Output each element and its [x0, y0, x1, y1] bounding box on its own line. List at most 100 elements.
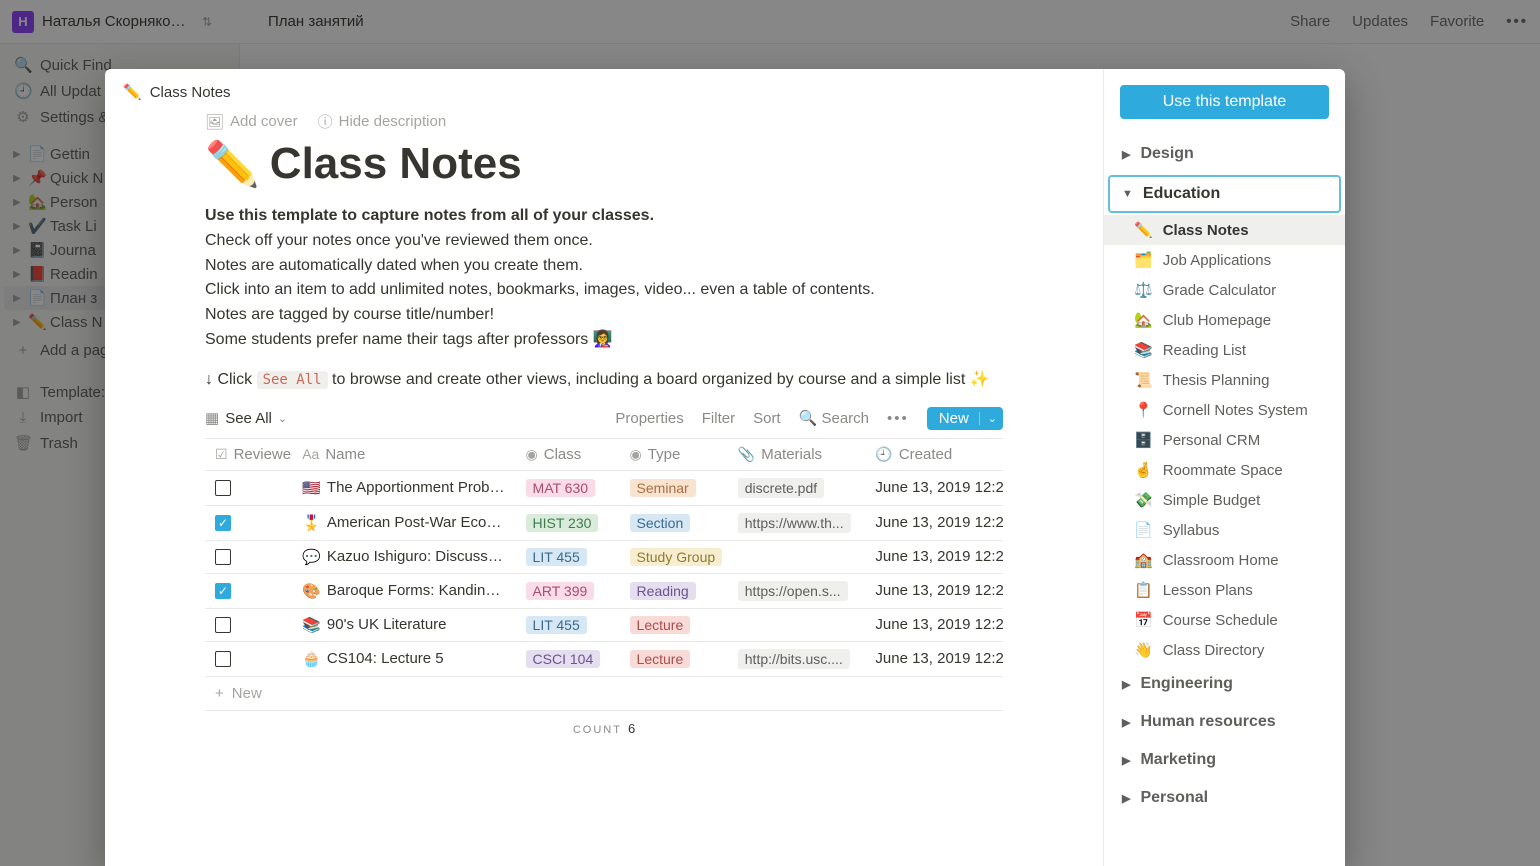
new-button[interactable]: New ⌄ — [927, 407, 1003, 430]
type-tag[interactable]: Seminar — [630, 479, 696, 497]
row-emoji: 💬 — [302, 548, 321, 566]
add-cover-button[interactable]: 🖼Add cover — [205, 111, 298, 132]
template-item[interactable]: 📋Lesson Plans — [1104, 575, 1345, 605]
table-row[interactable]: 📚90's UK Literature LIT 455 Lecture June… — [205, 609, 1003, 642]
template-item[interactable]: 🗄️Personal CRM — [1104, 425, 1345, 455]
table-row[interactable]: ✓ 🎨 Baroque Forms: Kandinsky ART 399 Read… — [205, 574, 1003, 609]
category-marketing[interactable]: ▶Marketing — [1104, 741, 1345, 779]
checkbox-checked[interactable]: ✓ — [215, 515, 231, 531]
chevron-down-icon[interactable]: ⌄ — [979, 412, 997, 425]
db-more-icon[interactable]: ••• — [887, 410, 909, 427]
view-selector[interactable]: ▦ See All ⌄ — [205, 409, 287, 427]
properties-button[interactable]: Properties — [615, 410, 683, 427]
row-name[interactable]: American Post-War Economics — [327, 514, 506, 531]
select-icon: ◉ — [630, 446, 642, 463]
row-emoji: 🎖️ — [302, 514, 321, 532]
col-name[interactable]: Name — [325, 446, 365, 463]
template-item[interactable]: 🤞Roommate Space — [1104, 455, 1345, 485]
template-label: Classroom Home — [1163, 552, 1279, 569]
material-link[interactable]: https://open.s... — [738, 581, 848, 601]
row-emoji: 🎨 — [302, 582, 321, 600]
type-tag[interactable]: Lecture — [630, 616, 691, 634]
row-name[interactable]: Baroque Forms: Kandinsky — [327, 582, 506, 599]
template-item[interactable]: 📄Syllabus — [1104, 515, 1345, 545]
class-tag[interactable]: LIT 455 — [526, 616, 587, 634]
sort-button[interactable]: Sort — [753, 410, 781, 427]
modal-breadcrumb[interactable]: ✏️ Class Notes — [105, 69, 1103, 111]
row-name[interactable]: Kazuo Ishiguro: Discussion — [327, 548, 506, 565]
triangle-right-icon: ▶ — [1122, 792, 1130, 805]
checkbox-checked[interactable]: ✓ — [215, 583, 231, 599]
template-label: Class Directory — [1163, 642, 1265, 659]
template-emoji: 📄 — [1134, 521, 1153, 539]
row-name[interactable]: 90's UK Literature — [327, 616, 447, 633]
template-item[interactable]: 🏫Classroom Home — [1104, 545, 1345, 575]
template-item[interactable]: 👋Class Directory — [1104, 635, 1345, 665]
info-icon: ⓘ — [318, 111, 333, 132]
class-tag[interactable]: ART 399 — [526, 582, 595, 600]
material-link[interactable]: discrete.pdf — [738, 478, 824, 498]
col-created[interactable]: Created — [899, 446, 952, 463]
table-row[interactable]: 🇺🇸The Apportionment Problem MAT 630 Semi… — [205, 471, 1003, 506]
type-tag[interactable]: Lecture — [630, 650, 691, 668]
class-tag[interactable]: LIT 455 — [526, 548, 587, 566]
page-emoji[interactable]: ✏️ — [205, 138, 260, 190]
row-emoji: 📚 — [302, 616, 321, 634]
col-materials[interactable]: Materials — [761, 446, 822, 463]
table-row[interactable]: ✓ 🎖️ American Post-War Economics HIST 230… — [205, 506, 1003, 541]
template-item[interactable]: 📅Course Schedule — [1104, 605, 1345, 635]
col-type[interactable]: Type — [648, 446, 681, 463]
class-tag[interactable]: HIST 230 — [526, 514, 599, 532]
filter-button[interactable]: Filter — [702, 410, 735, 427]
attachment-icon: 📎 — [738, 446, 755, 463]
modal-crumb-label: Class Notes — [150, 84, 231, 101]
template-item[interactable]: 📜Thesis Planning — [1104, 365, 1345, 395]
triangle-right-icon: ▶ — [1122, 678, 1130, 691]
category-personal[interactable]: ▶Personal — [1104, 779, 1345, 817]
template-item[interactable]: 🗂️Job Applications — [1104, 245, 1345, 275]
category-engineering[interactable]: ▶Engineering — [1104, 665, 1345, 703]
new-row-button[interactable]: + New — [205, 677, 1003, 711]
checkbox[interactable] — [215, 480, 231, 496]
material-link[interactable]: https://www.th... — [738, 513, 851, 533]
checkbox[interactable] — [215, 617, 231, 633]
col-class[interactable]: Class — [544, 446, 582, 463]
template-emoji: 💸 — [1134, 491, 1153, 509]
category-education[interactable]: ▼ Education — [1108, 175, 1341, 213]
clock-icon: 🕘 — [875, 446, 892, 463]
template-item[interactable]: 📍Cornell Notes System — [1104, 395, 1345, 425]
type-tag[interactable]: Study Group — [630, 548, 723, 566]
triangle-right-icon: ▶ — [1122, 754, 1130, 767]
col-reviewed[interactable]: Reviewed — [234, 446, 293, 463]
search-button[interactable]: 🔍 Search — [799, 409, 869, 427]
class-tag[interactable]: CSCI 104 — [526, 650, 601, 668]
checkbox[interactable] — [215, 549, 231, 565]
table-row[interactable]: 🧁CS104: Lecture 5 CSCI 104 Lecture http:… — [205, 642, 1003, 677]
view-label: See All — [225, 410, 272, 427]
template-item[interactable]: ⚖️Grade Calculator — [1104, 275, 1345, 305]
template-item[interactable]: 📚Reading List — [1104, 335, 1345, 365]
row-name[interactable]: CS104: Lecture 5 — [327, 650, 444, 667]
page-description[interactable]: Use this template to capture notes from … — [205, 204, 1003, 353]
category-human-resources[interactable]: ▶Human resources — [1104, 703, 1345, 741]
table-row[interactable]: 💬 Kazuo Ishiguro: Discussion LIT 455 Stud… — [205, 541, 1003, 574]
hide-description-button[interactable]: ⓘHide description — [318, 111, 447, 132]
checkbox[interactable] — [215, 651, 231, 667]
category-design[interactable]: ▶Design — [1104, 135, 1345, 173]
type-tag[interactable]: Reading — [630, 582, 696, 600]
template-item[interactable]: 💸Simple Budget — [1104, 485, 1345, 515]
template-emoji: 🏡 — [1134, 311, 1153, 329]
use-template-button[interactable]: Use this template — [1120, 85, 1329, 119]
hint-code: See All — [257, 371, 328, 389]
page-title[interactable]: Class Notes — [270, 139, 522, 189]
class-tag[interactable]: MAT 630 — [526, 479, 596, 497]
material-link[interactable]: http://bits.usc.... — [738, 649, 850, 669]
template-panel: Use this template ▶Design ▼ Education ✏️… — [1103, 69, 1345, 866]
template-item[interactable]: 🏡Club Homepage — [1104, 305, 1345, 335]
select-icon: ◉ — [526, 446, 538, 463]
template-label: Roommate Space — [1163, 462, 1283, 479]
template-item[interactable]: ✏️Class Notes — [1104, 215, 1345, 245]
type-tag[interactable]: Section — [630, 514, 691, 532]
pencil-icon: ✏️ — [123, 83, 142, 101]
row-name[interactable]: The Apportionment Problem — [327, 479, 506, 496]
